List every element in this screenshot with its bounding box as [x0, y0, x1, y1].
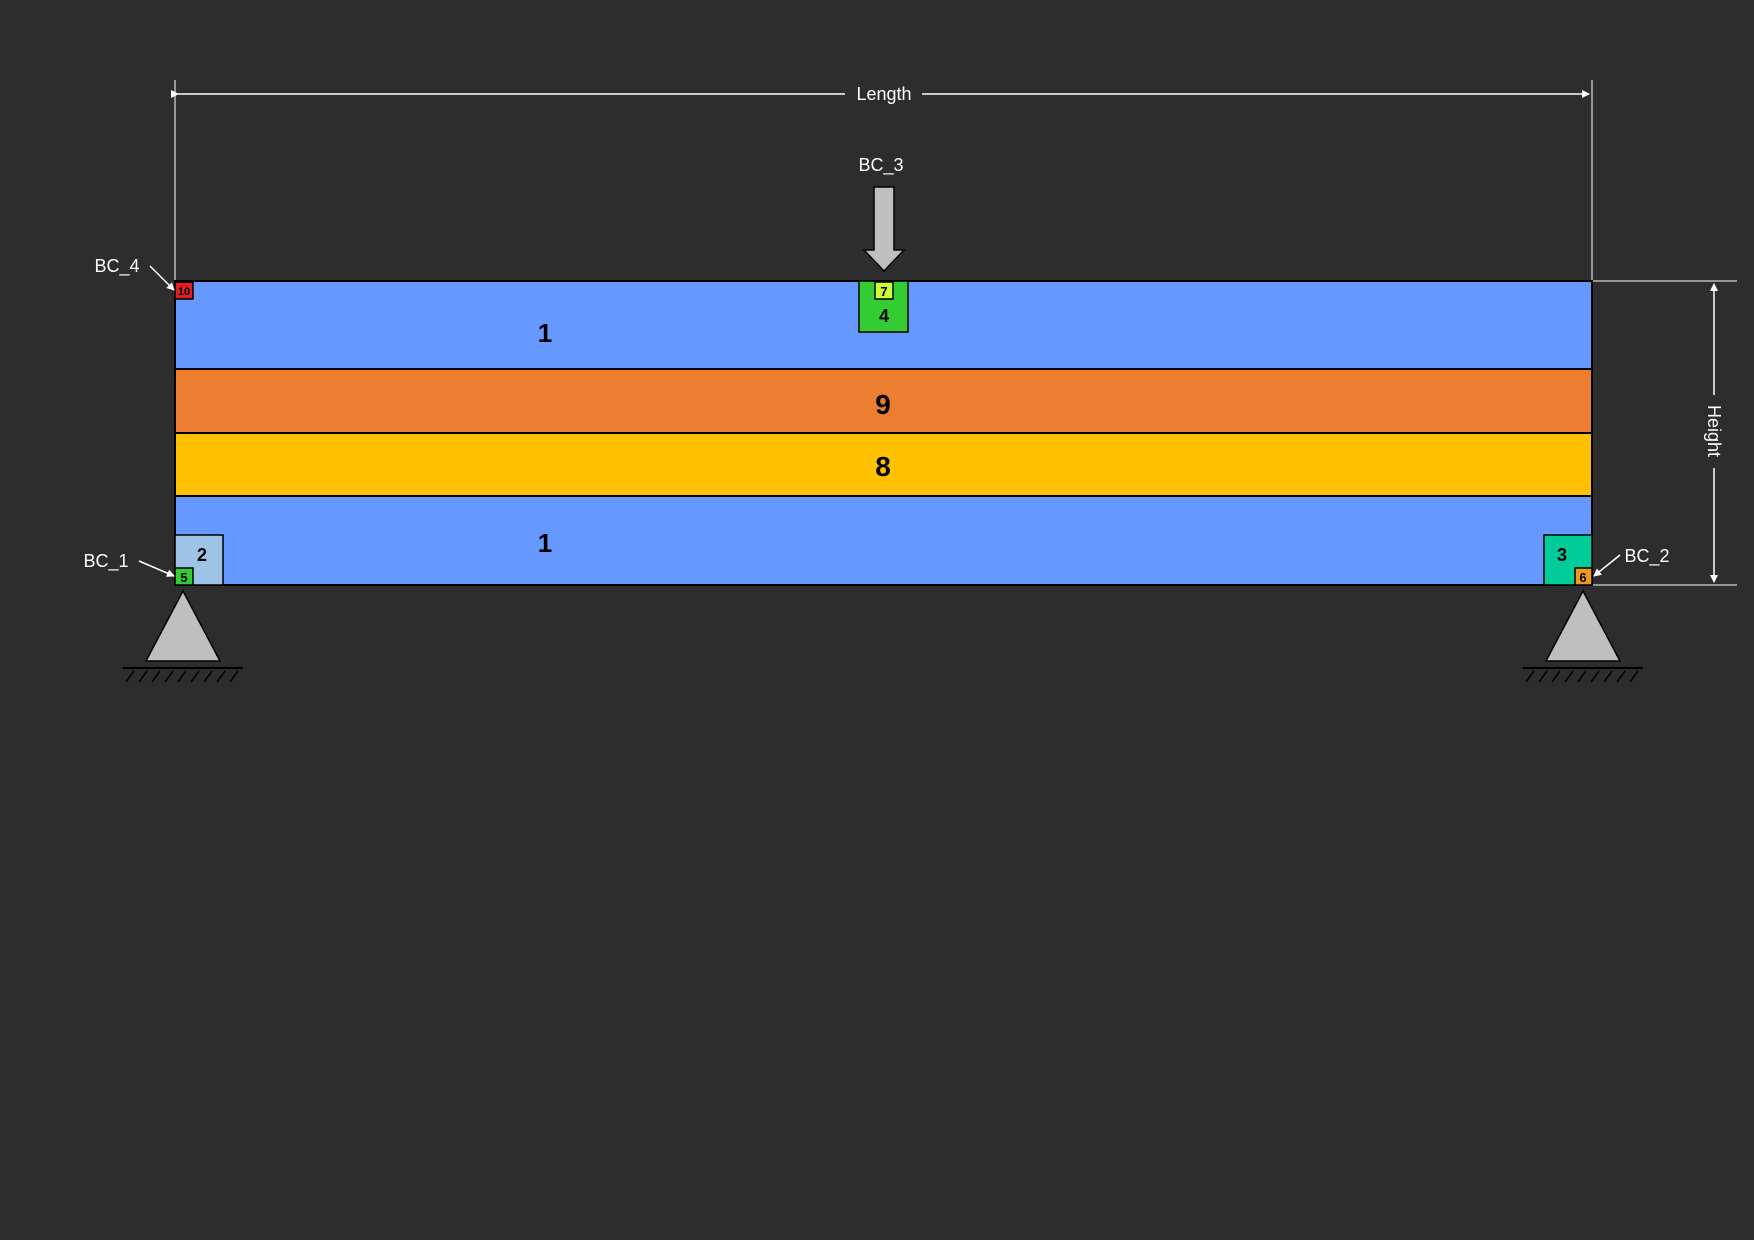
bc3-label: BC_3: [858, 155, 903, 176]
height-label: Height: [1704, 405, 1724, 457]
svg-text:6: 6: [1579, 570, 1586, 585]
left-support: [123, 589, 243, 683]
layer-8-label: 8: [875, 451, 891, 482]
length-label: Length: [856, 84, 911, 104]
bc2-label: BC_2: [1624, 546, 1669, 567]
bc1-callout: BC_1: [83, 551, 175, 577]
region-6: 6: [1574, 567, 1593, 586]
svg-text:7: 7: [880, 284, 887, 299]
region-5: 5: [174, 567, 194, 586]
svg-text:4: 4: [879, 306, 889, 326]
region-10: 10: [174, 281, 194, 300]
height-dimension: Height: [1592, 280, 1737, 586]
layer-9-label: 9: [875, 389, 891, 420]
svg-text:3: 3: [1557, 545, 1567, 565]
beam-diagram: Length Height 1 9 8 1 2 3 4 7 5 6 10 BC_…: [83, 80, 1737, 683]
svg-text:10: 10: [178, 286, 190, 298]
bc2-callout: BC_2: [1593, 546, 1670, 577]
load-arrow: [862, 186, 906, 273]
right-support: [1523, 589, 1643, 683]
bc4-callout: BC_4: [94, 256, 175, 291]
bc1-label: BC_1: [83, 551, 128, 572]
svg-text:2: 2: [197, 545, 207, 565]
layer-bottom: [174, 495, 1593, 586]
layer-top-label: 1: [538, 318, 552, 348]
bc4-label: BC_4: [94, 256, 139, 277]
layer-bottom-label: 1: [538, 528, 552, 558]
svg-text:5: 5: [180, 570, 187, 585]
region-7: 7: [874, 281, 894, 300]
